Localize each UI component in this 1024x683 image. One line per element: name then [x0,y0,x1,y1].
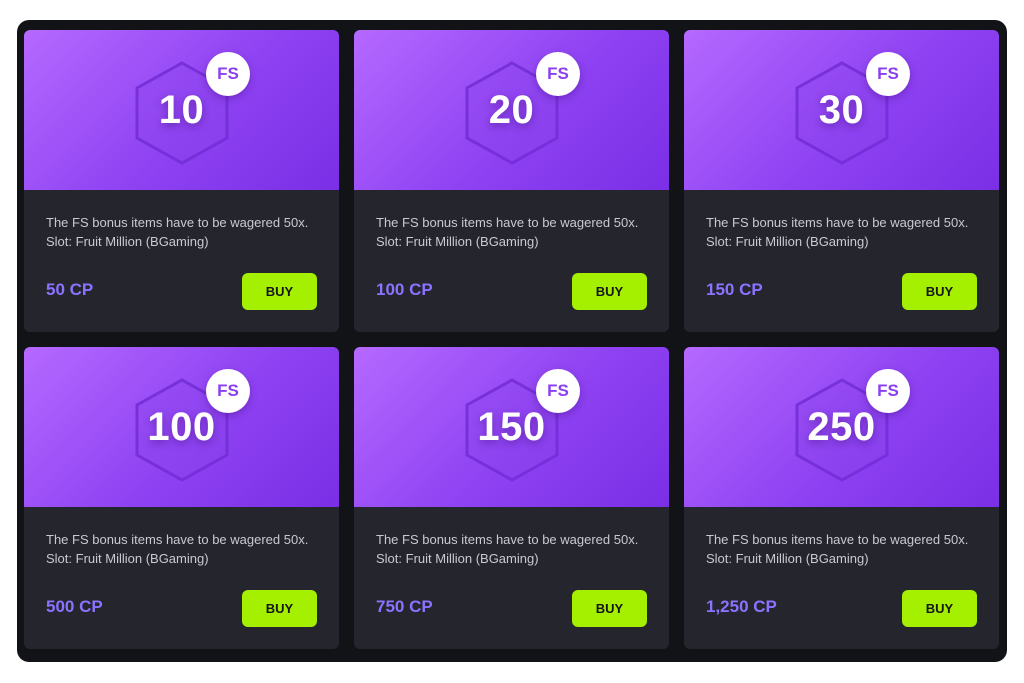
free-spins-amount: 150 [477,405,546,449]
card-description: The FS bonus items have to be wagered 50… [706,530,986,568]
buy-button[interactable]: BUY [242,590,317,627]
card-banner: 10 FS [24,30,339,190]
wager-requirement-text: The FS bonus items have to be wagered 50… [706,532,969,547]
wager-requirement-text: The FS bonus items have to be wagered 50… [376,532,639,547]
wager-requirement-text: The FS bonus items have to be wagered 50… [376,215,639,230]
card-description: The FS bonus items have to be wagered 50… [376,530,656,568]
wager-requirement-text: The FS bonus items have to be wagered 50… [46,532,309,547]
slot-name-text: Slot: Fruit Million (BGaming) [706,234,869,249]
fs-badge: FS [206,52,250,96]
slot-name-text: Slot: Fruit Million (BGaming) [46,234,209,249]
slot-name-text: Slot: Fruit Million (BGaming) [376,234,539,249]
slot-name-text: Slot: Fruit Million (BGaming) [46,551,209,566]
card-description: The FS bonus items have to be wagered 50… [376,213,656,251]
fs-badge: FS [866,52,910,96]
card-description: The FS bonus items have to be wagered 50… [46,213,326,251]
card-description: The FS bonus items have to be wagered 50… [46,530,326,568]
shop-grid-panel: 10 FS The FS bonus items have to be wage… [17,20,1007,662]
free-spins-amount: 30 [818,88,865,132]
free-spins-card: 30 FS The FS bonus items have to be wage… [684,30,999,332]
free-spins-amount: 250 [807,405,876,449]
free-spins-card: 10 FS The FS bonus items have to be wage… [24,30,339,332]
free-spins-card: 100 FS The FS bonus items have to be wag… [24,347,339,649]
price-label: 50 CP [46,280,94,299]
buy-button[interactable]: BUY [902,590,977,627]
fs-badge: FS [536,52,580,96]
card-banner: 150 FS [354,347,669,507]
slot-name-text: Slot: Fruit Million (BGaming) [376,551,539,566]
buy-button[interactable]: BUY [242,273,317,310]
free-spins-card: 250 FS The FS bonus items have to be wag… [684,347,999,649]
card-banner: 100 FS [24,347,339,507]
free-spins-card: 20 FS The FS bonus items have to be wage… [354,30,669,332]
fs-badge: FS [866,369,910,413]
price-label: 100 CP [376,280,433,299]
buy-button[interactable]: BUY [572,273,647,310]
free-spins-amount: 10 [158,88,205,132]
price-label: 750 CP [376,597,433,616]
fs-badge: FS [206,369,250,413]
fs-badge: FS [536,369,580,413]
buy-button[interactable]: BUY [902,273,977,310]
wager-requirement-text: The FS bonus items have to be wagered 50… [46,215,309,230]
card-banner: 30 FS [684,30,999,190]
card-banner: 20 FS [354,30,669,190]
card-banner: 250 FS [684,347,999,507]
price-label: 150 CP [706,280,763,299]
buy-button[interactable]: BUY [572,590,647,627]
free-spins-amount: 20 [488,88,535,132]
price-label: 500 CP [46,597,103,616]
card-description: The FS bonus items have to be wagered 50… [706,213,986,251]
price-label: 1,250 CP [706,597,777,616]
slot-name-text: Slot: Fruit Million (BGaming) [706,551,869,566]
wager-requirement-text: The FS bonus items have to be wagered 50… [706,215,969,230]
free-spins-card: 150 FS The FS bonus items have to be wag… [354,347,669,649]
free-spins-amount: 100 [147,405,216,449]
